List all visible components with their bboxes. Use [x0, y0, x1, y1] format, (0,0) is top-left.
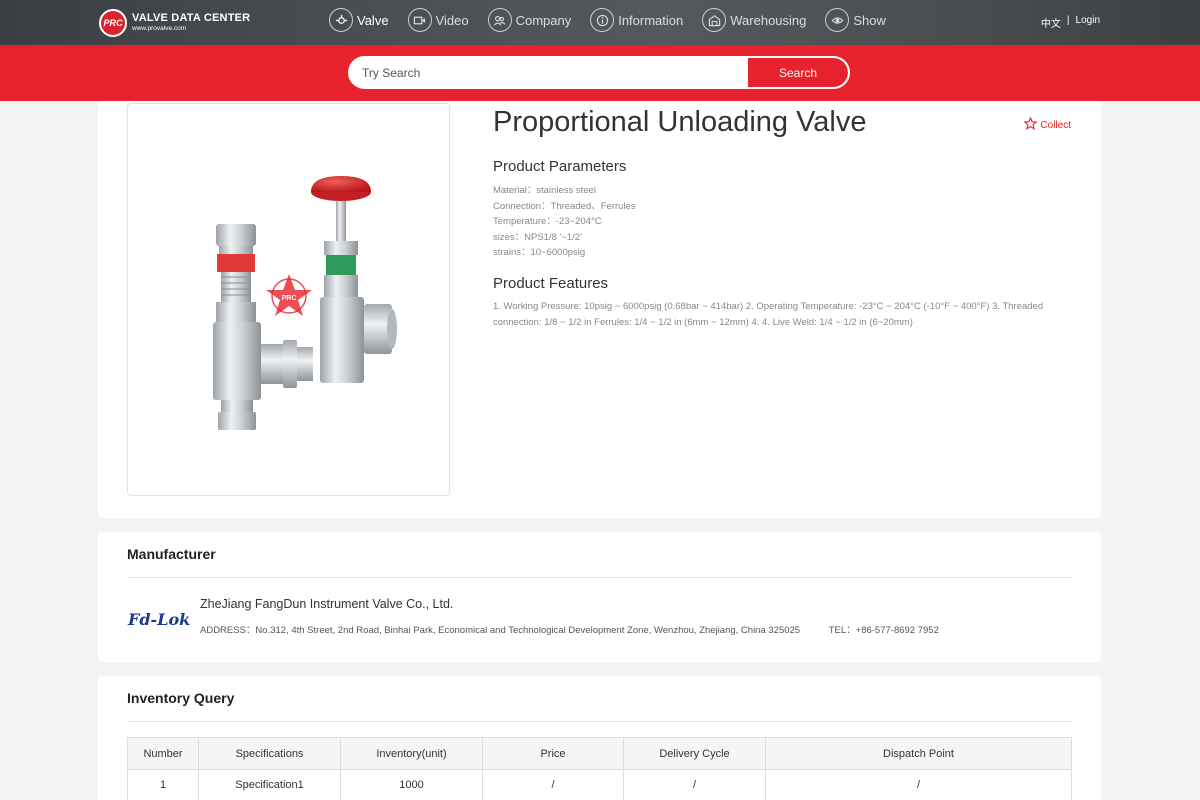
param-item: Material：stainless steel: [493, 185, 596, 196]
top-navigation-bar: PRC VALVE DATA CENTER www.provalve.com V…: [0, 0, 1200, 45]
nav-label-warehousing: Warehousing: [730, 12, 807, 28]
column-header: Price: [482, 737, 624, 770]
search-box: Search: [348, 56, 850, 89]
language-switch[interactable]: 中文: [1041, 15, 1061, 30]
table-cell: 1000: [340, 769, 483, 800]
information-icon: [590, 8, 615, 32]
star-icon: [1023, 116, 1039, 133]
warehouse-icon: [702, 8, 727, 32]
param-item: Connection：Threaded、Ferrules: [493, 200, 636, 212]
table-cell: Specification1: [198, 769, 341, 800]
inventory-heading: Inventory Query: [127, 690, 235, 706]
nav-label-information: Information: [618, 12, 684, 28]
nav-label-video: Video: [435, 12, 469, 28]
video-icon: [407, 8, 432, 32]
nav-item-show[interactable]: Show: [825, 8, 886, 32]
nav-label-valve: Valve: [357, 12, 389, 28]
params-list: Material：stainless steel Connection：Thre…: [493, 183, 636, 261]
column-header: Dispatch Point: [765, 737, 1072, 770]
main-nav: Valve Video Company Information Warehous…: [329, 8, 905, 32]
divider: [127, 721, 1072, 722]
column-header: Inventory(unit): [340, 737, 483, 770]
features-text: 1. Working Pressure: 10psig ~ 6000psig (…: [493, 301, 1044, 328]
nav-label-show: Show: [853, 12, 886, 28]
column-header: Number: [127, 737, 199, 770]
table-cell: /: [623, 769, 766, 800]
collect-label: Collect: [1040, 119, 1071, 131]
inventory-card: Inventory Query Number Specifications In…: [98, 676, 1101, 800]
param-item: strains：10~6000psig: [493, 247, 586, 258]
product-card: PRC Proportional Unloading Valve Collect…: [98, 101, 1101, 518]
product-title: Proportional Unloading Valve: [493, 106, 867, 138]
divider: [127, 577, 1072, 578]
table-cell: 1: [127, 769, 199, 800]
search-input[interactable]: [350, 58, 748, 87]
valve-product-illustration: PRC: [213, 176, 397, 430]
manufacturer-logo: Fd-Lok: [128, 610, 191, 629]
search-band: Search: [0, 45, 1200, 101]
column-header: Specifications: [198, 737, 341, 770]
manufacturer-card: Manufacturer Fd-Lok ZheJiang FangDun Ins…: [98, 532, 1101, 662]
manufacturer-tel: TEL：+86-577-8692 7952: [828, 625, 939, 636]
nav-item-valve[interactable]: Valve: [329, 8, 389, 32]
search-button[interactable]: Search: [748, 58, 848, 87]
column-header: Delivery Cycle: [623, 737, 766, 770]
valve-icon: [329, 8, 353, 32]
inventory-table: Number Specifications Inventory(unit) Pr…: [127, 737, 1072, 800]
nav-item-company[interactable]: Company: [487, 8, 572, 32]
site-logo[interactable]: PRC VALVE DATA CENTER www.provalve.com: [99, 9, 250, 37]
separator: |: [1066, 15, 1070, 26]
manufacturer-contact: ADDRESS：No.312, 4th Street, 2nd Road, Bi…: [200, 622, 939, 636]
params-heading: Product Parameters: [493, 158, 627, 175]
nav-item-warehousing[interactable]: Warehousing: [702, 8, 806, 32]
product-image: PRC: [127, 103, 450, 496]
user-links: 中文 | Login: [1041, 15, 1100, 30]
manufacturer-address: ADDRESS：No.312, 4th Street, 2nd Road, Bi…: [200, 625, 801, 636]
image-watermark: PRC: [282, 295, 297, 302]
collect-button[interactable]: Collect: [1023, 116, 1071, 133]
nav-item-video[interactable]: Video: [407, 8, 469, 32]
nav-label-company: Company: [515, 12, 572, 28]
table-cell: /: [765, 769, 1072, 800]
param-item: Temperature：-23~204°C: [493, 216, 602, 227]
table-row: 1 Specification1 1000 / / /: [127, 769, 1072, 800]
features-heading: Product Features: [493, 275, 609, 292]
manufacturer-heading: Manufacturer: [127, 546, 216, 562]
logo-title: VALVE DATA CENTER: [132, 12, 251, 25]
table-cell: /: [482, 769, 624, 800]
param-item: sizes：NPS1/8 '~1/2': [493, 231, 582, 243]
logo-url: www.provalve.com: [132, 25, 187, 33]
login-link[interactable]: Login: [1076, 15, 1100, 30]
show-icon: [825, 8, 850, 32]
logo-badge: PRC: [99, 9, 127, 37]
manufacturer-name[interactable]: ZheJiang FangDun Instrument Valve Co., L…: [200, 597, 453, 611]
nav-item-information[interactable]: Information: [590, 8, 683, 32]
company-icon: [487, 8, 512, 32]
table-header-row: Number Specifications Inventory(unit) Pr…: [127, 737, 1072, 770]
